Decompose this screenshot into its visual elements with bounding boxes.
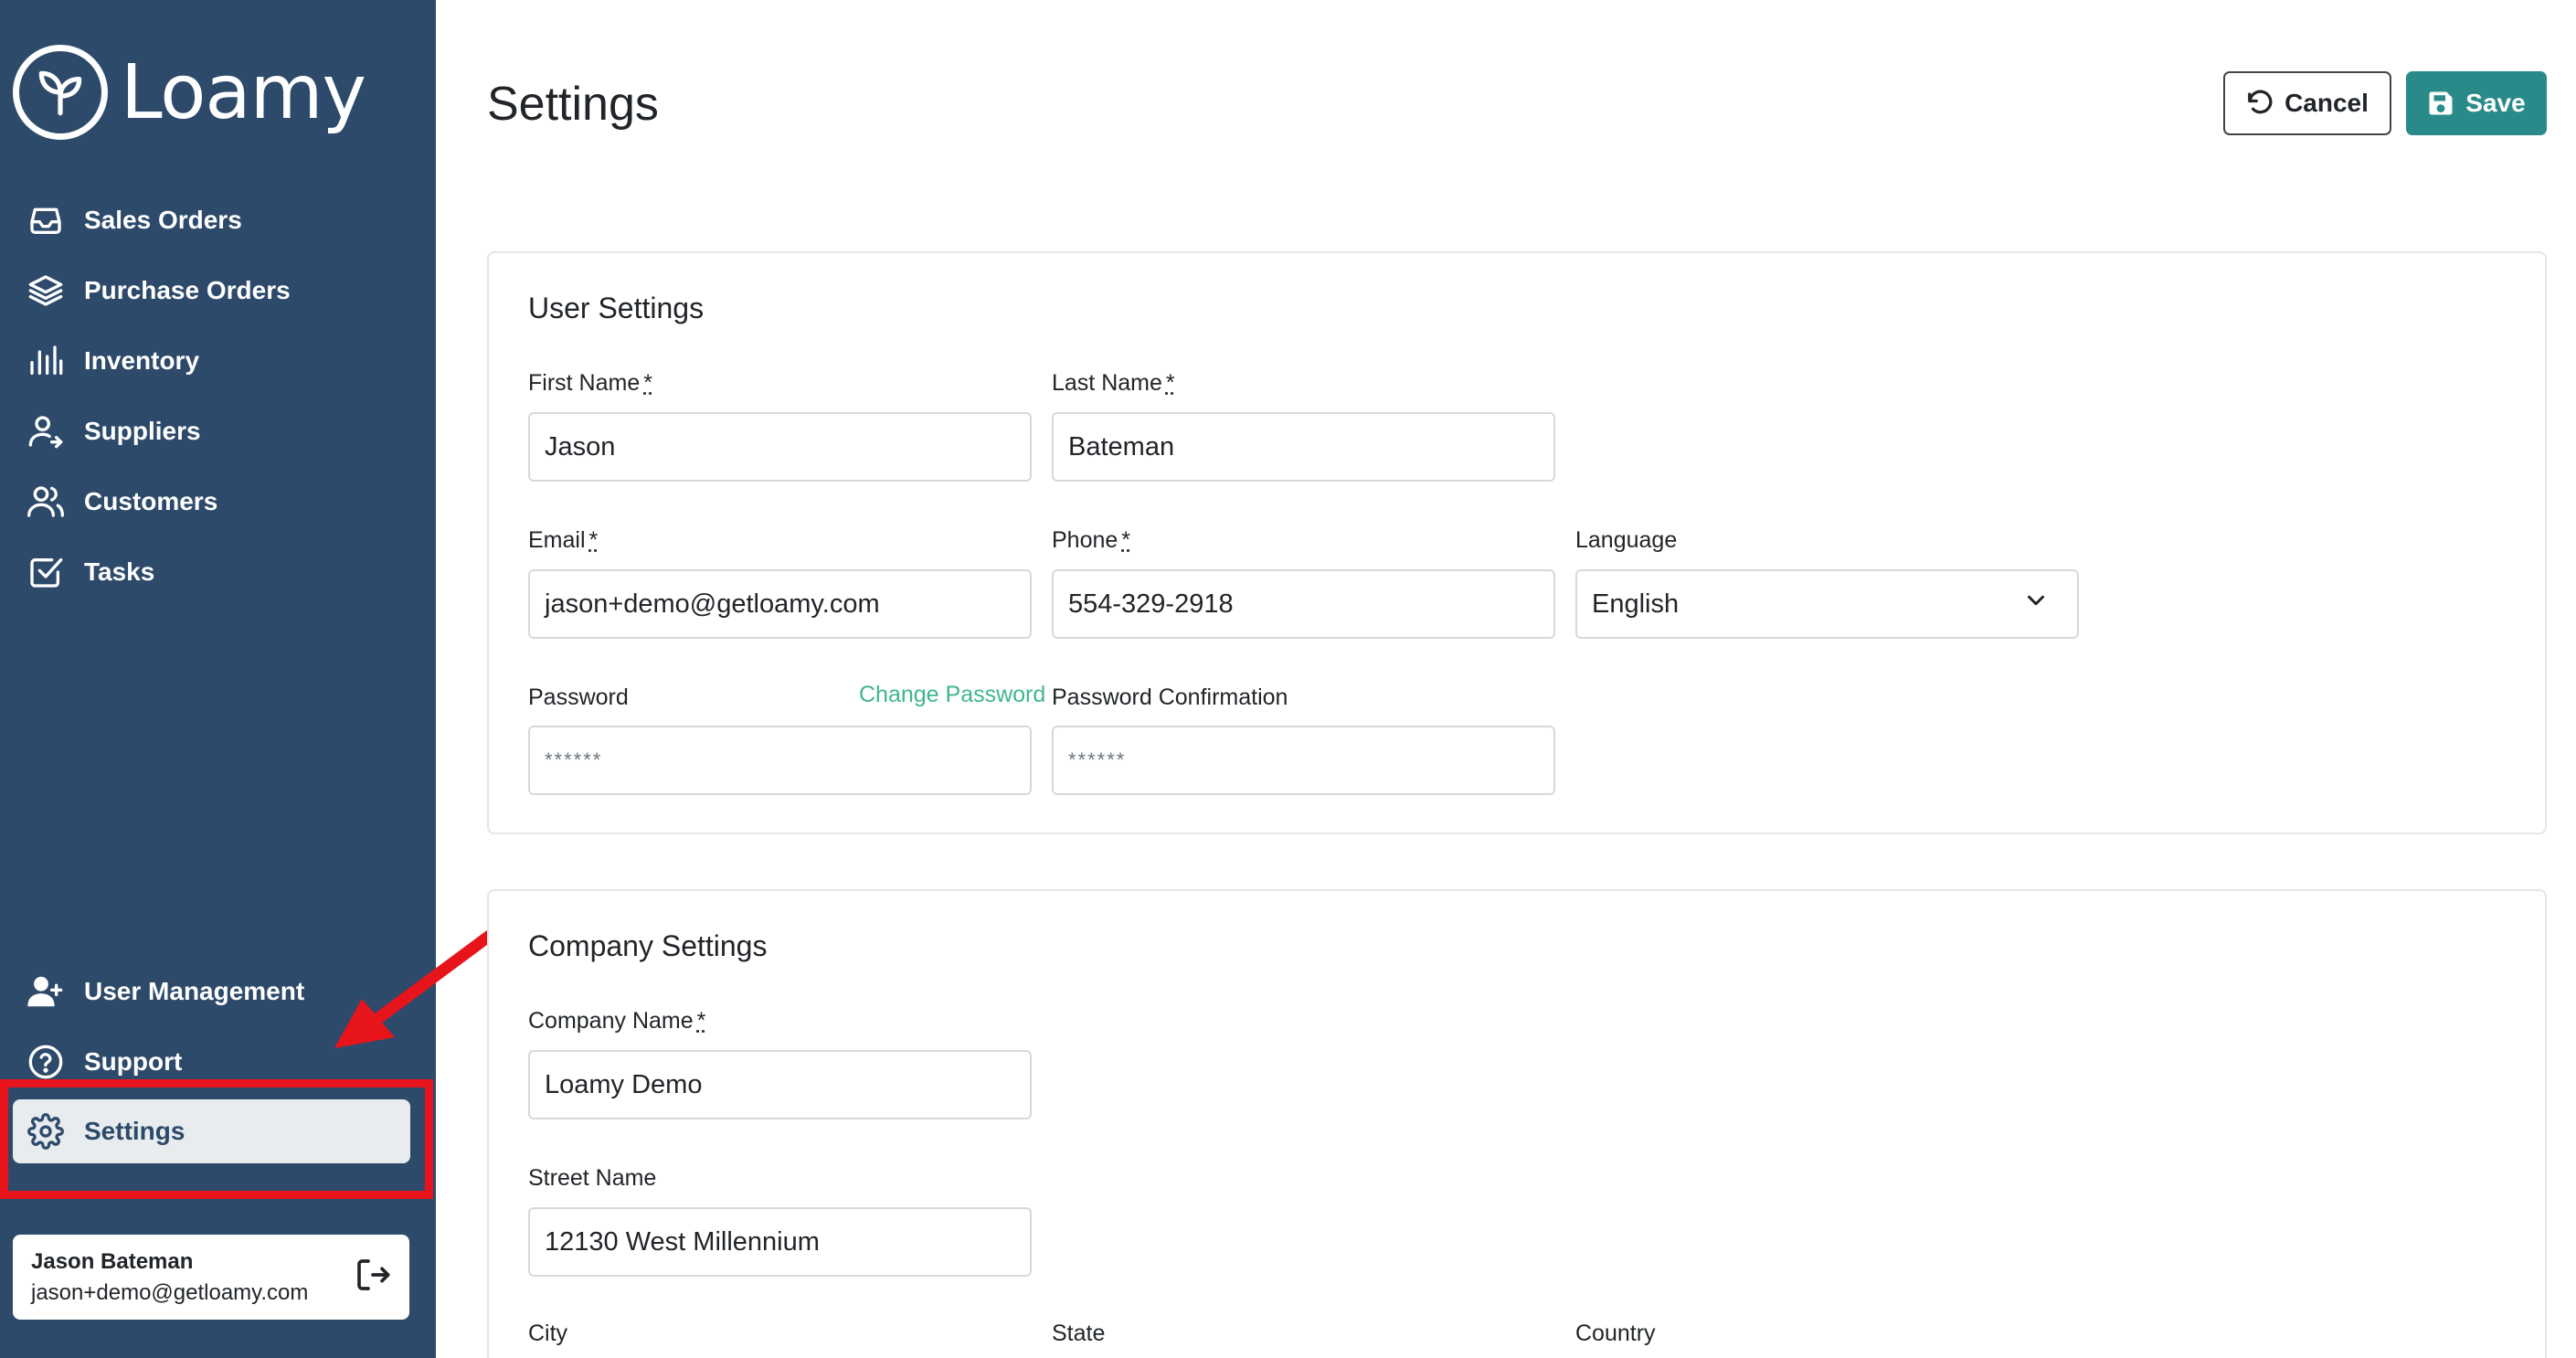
company-settings-title: Company Settings	[528, 929, 768, 962]
email-field[interactable]: jason+demo@getloamy.com	[528, 569, 1032, 639]
sidebar-nav-main: Sales Orders Purchase Orders Inventory S…	[0, 185, 436, 607]
password-confirmation-field[interactable]: ******	[1052, 726, 1555, 795]
sidebar-item-label: Inventory	[84, 345, 200, 375]
cancel-button[interactable]: Cancel	[2223, 71, 2391, 135]
required-marker: *	[643, 370, 652, 396]
last-name-label-text: Last Name	[1052, 370, 1162, 396]
floppy-disk-icon	[2429, 91, 2453, 115]
sidebar-item-tasks[interactable]: Tasks	[0, 536, 436, 607]
leaf-logo-icon	[13, 45, 108, 140]
required-marker: *	[696, 1008, 706, 1034]
sidebar-nav-secondary: User Management Support	[0, 956, 436, 1097]
save-button-label: Save	[2465, 89, 2526, 117]
sidebar-item-label: Suppliers	[84, 416, 201, 445]
country-label: Country	[1575, 1321, 1656, 1346]
state-label: State	[1052, 1321, 1106, 1346]
checkbox-icon	[26, 552, 66, 592]
required-marker: *	[1165, 370, 1175, 396]
password-field[interactable]: ******	[528, 726, 1032, 795]
change-password-link[interactable]: Change Password	[859, 682, 1045, 708]
company-settings-card: Company Settings Company Name * Loamy Dem…	[487, 889, 2547, 1358]
sidebar-item-label: Support	[84, 1046, 183, 1076]
phone-label-text: Phone	[1052, 527, 1118, 553]
sidebar: Loamy Sales Orders Purchase Orders Inven…	[0, 0, 436, 1358]
email-label-text: Email	[528, 527, 586, 553]
logo[interactable]: Loamy	[13, 44, 366, 141]
sidebar-item-purchase-orders[interactable]: Purchase Orders	[0, 255, 436, 325]
bars-icon	[26, 341, 66, 381]
last-name-field[interactable]: Bateman	[1052, 412, 1555, 482]
street-name-label: Street Name	[528, 1165, 657, 1191]
sidebar-item-label: Sales Orders	[84, 205, 242, 234]
phone-label: Phone *	[1052, 527, 1130, 554]
sidebar-item-inventory[interactable]: Inventory	[0, 325, 436, 396]
page-title: Settings	[487, 78, 659, 131]
language-select-value: English	[1592, 589, 1680, 619]
user-settings-card: User Settings First Name * Jason Last Nam…	[487, 251, 2547, 834]
brand-name: Loamy	[121, 48, 366, 136]
user-profile-card[interactable]: Jason Bateman jason+demo@getloamy.com	[13, 1235, 409, 1320]
password-confirmation-label: Password Confirmation	[1052, 684, 1288, 710]
user-plus-icon	[26, 971, 66, 1012]
undo-icon	[2248, 90, 2273, 114]
required-marker: *	[1121, 527, 1131, 553]
first-name-field[interactable]: Jason	[528, 412, 1032, 482]
required-marker: *	[588, 527, 599, 553]
first-name-label: First Name *	[528, 370, 652, 397]
language-select[interactable]: English	[1575, 569, 2079, 639]
inbox-icon	[26, 200, 66, 240]
cancel-button-label: Cancel	[2284, 89, 2369, 117]
first-name-label-text: First Name	[528, 370, 641, 396]
sidebar-item-label: Purchase Orders	[84, 275, 291, 304]
user-arrow-icon	[26, 411, 66, 451]
users-icon	[26, 482, 66, 522]
help-circle-icon	[26, 1042, 66, 1082]
language-label: Language	[1575, 527, 1678, 553]
sidebar-item-suppliers[interactable]: Suppliers	[0, 396, 436, 466]
company-name-field[interactable]: Loamy Demo	[528, 1050, 1032, 1119]
logout-icon[interactable]	[355, 1257, 391, 1298]
sidebar-item-sales-orders[interactable]: Sales Orders	[0, 185, 436, 255]
city-label: City	[528, 1321, 568, 1346]
chevron-down-icon	[2022, 587, 2050, 621]
sidebar-item-user-management[interactable]: User Management	[0, 956, 436, 1026]
user-name: Jason Bateman	[31, 1248, 194, 1274]
user-email: jason+demo@getloamy.com	[31, 1279, 309, 1305]
password-label: Password	[528, 684, 629, 710]
phone-field[interactable]: 554-329-2918	[1052, 569, 1555, 639]
company-name-label: Company Name *	[528, 1008, 705, 1034]
app-window: Loamy Sales Orders Purchase Orders Inven…	[0, 0, 2576, 1358]
sidebar-item-customers[interactable]: Customers	[0, 466, 436, 536]
user-info: Jason Bateman jason+demo@getloamy.com	[31, 1249, 308, 1306]
last-name-label: Last Name *	[1052, 370, 1175, 397]
sidebar-item-label: Customers	[84, 486, 218, 515]
sidebar-item-label: Tasks	[84, 557, 155, 586]
layers-icon	[26, 271, 66, 311]
email-label: Email *	[528, 527, 598, 554]
sidebar-item-label: User Management	[84, 976, 305, 1005]
user-settings-title: User Settings	[528, 292, 705, 324]
street-name-field[interactable]: 12130 West Millennium	[528, 1207, 1032, 1277]
settings-highlight-box	[0, 1079, 433, 1199]
save-button[interactable]: Save	[2406, 71, 2547, 135]
company-name-label-text: Company Name	[528, 1008, 694, 1034]
